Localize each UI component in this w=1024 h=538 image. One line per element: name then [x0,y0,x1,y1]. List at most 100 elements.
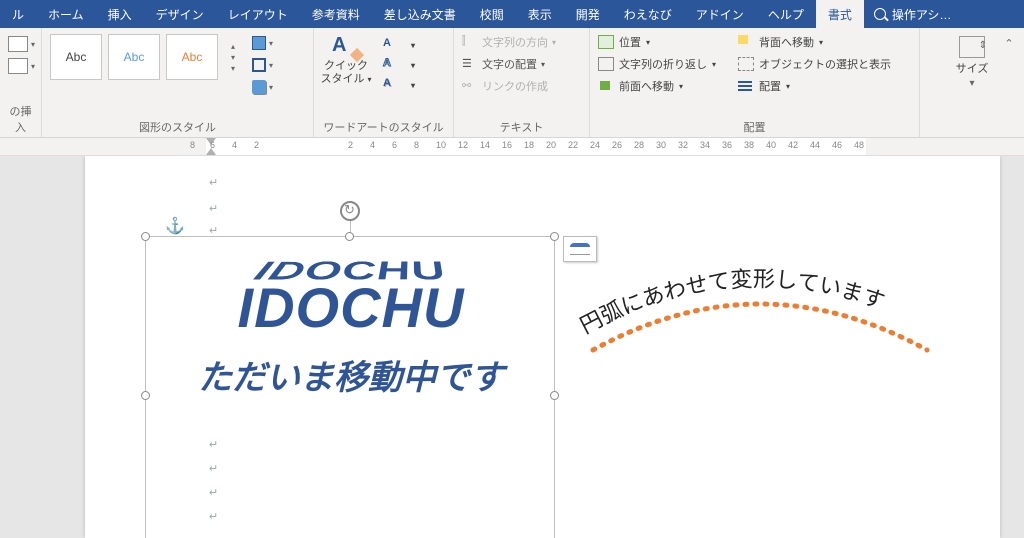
text-outline-button[interactable]: A [378,56,396,70]
page[interactable]: ⚓ ↵ ↵ ↵ ↵ ↵ ↵ ↵ IDOCHU IDOCHU ただいま移動中です [85,156,1000,538]
link-icon: ⚯ [462,79,478,93]
chevron-expand-icon: ▾ [231,64,235,73]
bring-forward-button[interactable]: 前面へ移動 ▾ [598,78,716,94]
text-align-icon: ☰ [462,57,478,71]
size-label: サイズ [956,60,989,76]
ruler-tick: 16 [502,140,512,150]
ruler-tick: 36 [722,140,732,150]
align-icon [738,79,754,93]
quick-styles-button[interactable]: A クイックスタイル ▾ [320,32,372,86]
tell-me-label: 操作アシ… [892,6,952,23]
text-fill-button[interactable]: A [378,36,396,50]
align-objects-button[interactable]: 配置 ▾ [738,78,891,94]
tab-design[interactable]: デザイン [144,0,216,28]
ruler-tick: 12 [458,140,468,150]
document-area[interactable]: ⚓ ↵ ↵ ↵ ↵ ↵ ↵ ↵ IDOCHU IDOCHU ただいま移動中です [0,156,1024,538]
shape-style-1[interactable]: Abc [50,34,102,80]
chevron-down-icon: ▾ [269,61,273,70]
tab-view[interactable]: 表示 [516,0,564,28]
tab-addins[interactable]: アドイン [684,0,756,28]
shape-style-gallery[interactable]: Abc Abc Abc ▴ ▾ ▾ [48,32,244,82]
paragraph-mark: ↵ [209,176,218,189]
group-arrange: 位置 ▾ 文字列の折り返し ▾ 前面へ移動 ▾ 背面へ移動 ▾ オブジェクトの選… [590,28,920,137]
shape-outline-button[interactable]: ▾ [252,58,273,72]
chevron-down-icon: ▾ [969,78,974,89]
object-anchor-icon: ⚓ [165,216,185,236]
tab-format[interactable]: 書式 [816,0,864,28]
chevron-down-icon: ▾ [269,83,273,92]
ruler-tick: 34 [700,140,710,150]
group-wordart-styles: A クイックスタイル ▾ A A A ▾ ▾ ▾ ワードアートのスタイル [314,28,454,137]
ruler-tick: 44 [810,140,820,150]
selection-pane-button[interactable]: オブジェクトの選択と表示 [738,56,891,72]
tab-waenabi[interactable]: わえなび [612,0,684,28]
shape-outline-icon [252,58,266,72]
ruler-tick: 30 [656,140,666,150]
tab-references[interactable]: 参考資料 [300,0,372,28]
ruler-tick: 8 [190,140,195,150]
horizontal-ruler[interactable]: 8642246810121416182022242628303234363840… [0,138,1024,156]
tab-mailings[interactable]: 差し込み文書 [372,0,468,28]
tab-help[interactable]: ヘルプ [756,0,816,28]
text-direction-icon: ⫿ [462,35,478,49]
ribbon: の挿入 Abc Abc Abc ▴ ▾ ▾ ▾ ▾ ▾ 図形のスタイル [0,28,1024,138]
wordart-object[interactable]: IDOCHU IDOCHU ただいま移動中です [166,243,536,399]
text-align-button[interactable]: ☰文字の配置 ▾ [462,56,556,72]
ruler-tick: 40 [766,140,776,150]
ruler-tick: 8 [414,140,419,150]
shape-style-2[interactable]: Abc [108,34,160,80]
ruler-tick: 38 [744,140,754,150]
resize-handle-tr[interactable] [550,232,559,241]
ruler-tick: 2 [254,140,259,150]
group-label-insert: の挿入 [6,101,35,135]
send-backward-icon [738,35,754,49]
group-label-shape-styles: 図形のスタイル [48,117,307,135]
tab-review[interactable]: 校閲 [468,0,516,28]
chevron-down-icon: ▾ [404,38,422,52]
tab-insert[interactable]: 挿入 [96,0,144,28]
group-shape-styles: Abc Abc Abc ▴ ▾ ▾ ▾ ▾ ▾ 図形のスタイル [42,28,314,137]
edit-shape-button[interactable] [8,36,28,52]
chevron-down-icon: ▾ [404,78,422,92]
rotate-handle[interactable] [340,201,360,221]
shape-effects-button[interactable]: ▾ [252,80,273,94]
selected-object-frame[interactable]: IDOCHU IDOCHU ただいま移動中です [145,236,555,538]
collapse-ribbon-button[interactable]: ⌃ [1000,34,1018,52]
send-backward-button[interactable]: 背面へ移動 ▾ [738,34,891,50]
ruler-tick: 6 [392,140,397,150]
wrap-text-button[interactable]: 文字列の折り返し ▾ [598,56,716,72]
ruler-tick: 26 [612,140,622,150]
resize-handle-ml[interactable] [141,391,150,400]
text-direction-button: ⫿文字列の方向 ▾ [462,34,556,50]
chevron-down-icon: ▾ [368,75,372,84]
resize-handle-mr[interactable] [550,391,559,400]
shape-style-3[interactable]: Abc [166,34,218,80]
layout-options-popup[interactable] [563,236,597,262]
tab-layout[interactable]: レイアウト [216,0,300,28]
position-button[interactable]: 位置 ▾ [598,34,716,50]
shape-style-more[interactable]: ▴ ▾ ▾ [224,42,242,73]
group-label-text: テキスト [460,117,583,135]
tell-me-search[interactable]: 操作アシ… [864,0,962,28]
ruler-tick: 46 [832,140,842,150]
ruler-tick: 4 [370,140,375,150]
ruler-tick: 14 [480,140,490,150]
ruler-tick: 10 [436,140,446,150]
tab-home[interactable]: ホーム [36,0,96,28]
tab-developer[interactable]: 開発 [564,0,612,28]
ruler-tick: 6 [210,140,215,150]
text-effects-button[interactable]: A [378,76,396,90]
tab-file-partial[interactable]: ル [0,0,36,28]
resize-handle-tm[interactable] [345,232,354,241]
group-label-arrange: 配置 [596,117,913,135]
quick-styles-label-1: クイック [324,60,368,72]
curved-text-object[interactable]: 円弧にあわせて変形しています [575,264,945,414]
draw-textbox-button[interactable] [8,58,28,74]
group-text: ⫿文字列の方向 ▾ ☰文字の配置 ▾ ⚯リンクの作成 テキスト [454,28,590,137]
size-button[interactable]: サイズ ▾ [956,32,989,89]
wordart-icon: A [332,34,360,58]
resize-handle-tl[interactable] [141,232,150,241]
shape-fill-button[interactable]: ▾ [252,36,273,50]
ruler-tick: 24 [590,140,600,150]
curved-text: 円弧にあわせて変形しています [576,266,888,338]
